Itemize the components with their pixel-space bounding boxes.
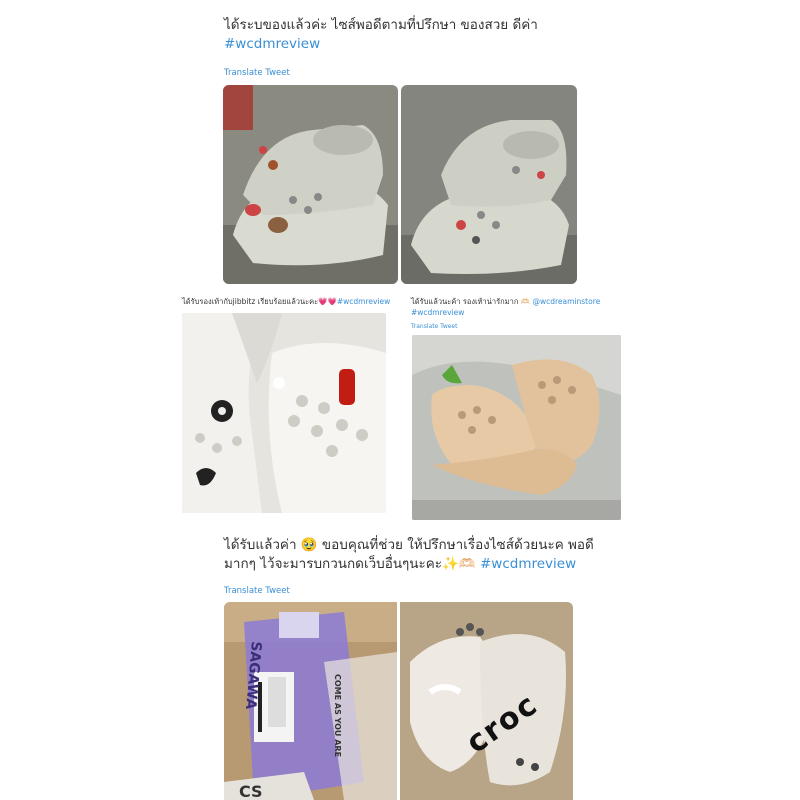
- tweet1-body: ได้ระบของแล้วค่ะ ไซส์พอดีตามที่ปรึกษา ขอ…: [224, 17, 538, 33]
- tweet3-translate-link[interactable]: Translate Tweet: [411, 323, 457, 330]
- tweet3-mention[interactable]: @wcdreaminstore: [532, 297, 600, 306]
- tweet4-translate-link[interactable]: Translate Tweet: [224, 586, 290, 596]
- crocs-beige-photo[interactable]: [412, 335, 621, 520]
- tweet3-hashtag[interactable]: #wcdmreview: [411, 308, 464, 317]
- tweet3-body: ได้รับแล้วนะค้า รองเท้าน่ารักมาก 🫶🏻: [411, 297, 531, 306]
- tweet4-body-line2: มากๆ ไว้จะมารบกวนกดเว็บอื่นๆนะคะ✨🫶🏻: [224, 556, 476, 572]
- tweet4-text: ได้รับแล้วค่า 🥹 ขอบคุณที่ช่วย ให้ปรึกษาเ…: [224, 536, 644, 574]
- tweet2-body: ได้รับรองเท้ากับjibbitz เรียบร้อยแล้วนะค…: [182, 297, 337, 306]
- crocs-left-photo[interactable]: [223, 85, 398, 284]
- bag-slogan: COME AS YOU ARE: [333, 674, 342, 758]
- package-photo[interactable]: CS SAGAWA COME AS YOU ARE: [224, 602, 397, 800]
- svg-text:CS: CS: [239, 782, 263, 800]
- crocs-white-closeup-photo[interactable]: [182, 313, 386, 513]
- crocs-right-photo[interactable]: [401, 85, 577, 284]
- tweet3-text: ได้รับแล้วนะค้า รองเท้าน่ารักมาก 🫶🏻 @wcd…: [411, 296, 621, 318]
- tweet4-body-line1: ได้รับแล้วค่า 🥹 ขอบคุณที่ช่วย ให้ปรึกษาเ…: [224, 537, 594, 553]
- tweet2-text: ได้รับรองเท้ากับjibbitz เรียบร้อยแล้วนะค…: [182, 296, 402, 307]
- tweet1-translate-link[interactable]: Translate Tweet: [224, 68, 290, 78]
- tweet1-text: ได้ระบของแล้วค่ะ ไซส์พอดีตามที่ปรึกษา ขอ…: [224, 16, 644, 54]
- tweet4-hashtag[interactable]: #wcdmreview: [480, 556, 576, 572]
- tweet2-hashtag[interactable]: #wcdmreview: [337, 297, 390, 306]
- tweet1-hashtag[interactable]: #wcdmreview: [224, 36, 320, 52]
- crocs-unboxing-photo[interactable]: croc: [400, 602, 573, 800]
